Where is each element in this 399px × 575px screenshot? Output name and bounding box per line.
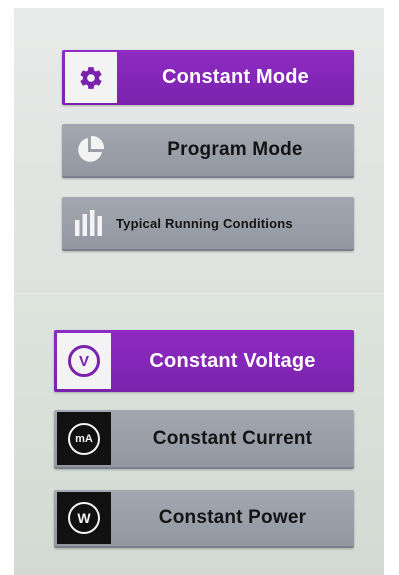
constant-voltage-button[interactable]: V Constant Voltage (54, 330, 354, 392)
program-mode-label: Program Mode (167, 139, 303, 160)
constant-mode-button[interactable]: Constant Mode (62, 50, 354, 105)
power-icon: W (57, 492, 111, 544)
mode-selection-panel: Constant Mode Program Mode Typical Runni… (14, 8, 384, 295)
typical-running-conditions-button[interactable]: Typical Running Conditions (62, 197, 354, 251)
screen-photo: Constant Mode Program Mode Typical Runni… (14, 8, 384, 575)
current-icon-text: mA (75, 432, 93, 445)
bar-chart-icon (64, 198, 116, 248)
constant-type-panel: V Constant Voltage mA Constant Current W… (14, 295, 384, 575)
gear-icon (65, 52, 117, 103)
constant-power-button[interactable]: W Constant Power (54, 490, 354, 548)
constant-power-label: Constant Power (158, 507, 307, 528)
current-icon: mA (57, 412, 111, 465)
voltage-icon-text: V (78, 352, 89, 370)
typical-running-conditions-label: Typical Running Conditions (116, 215, 293, 231)
pie-chart-icon (64, 125, 116, 175)
constant-current-button[interactable]: mA Constant Current (54, 410, 354, 469)
program-mode-button[interactable]: Program Mode (62, 124, 354, 178)
constant-voltage-label: Constant Voltage (149, 349, 316, 372)
constant-current-label: Constant Current (152, 427, 313, 449)
voltage-icon: V (57, 333, 111, 389)
constant-mode-label: Constant Mode (161, 66, 310, 88)
power-icon-text: W (77, 510, 91, 526)
